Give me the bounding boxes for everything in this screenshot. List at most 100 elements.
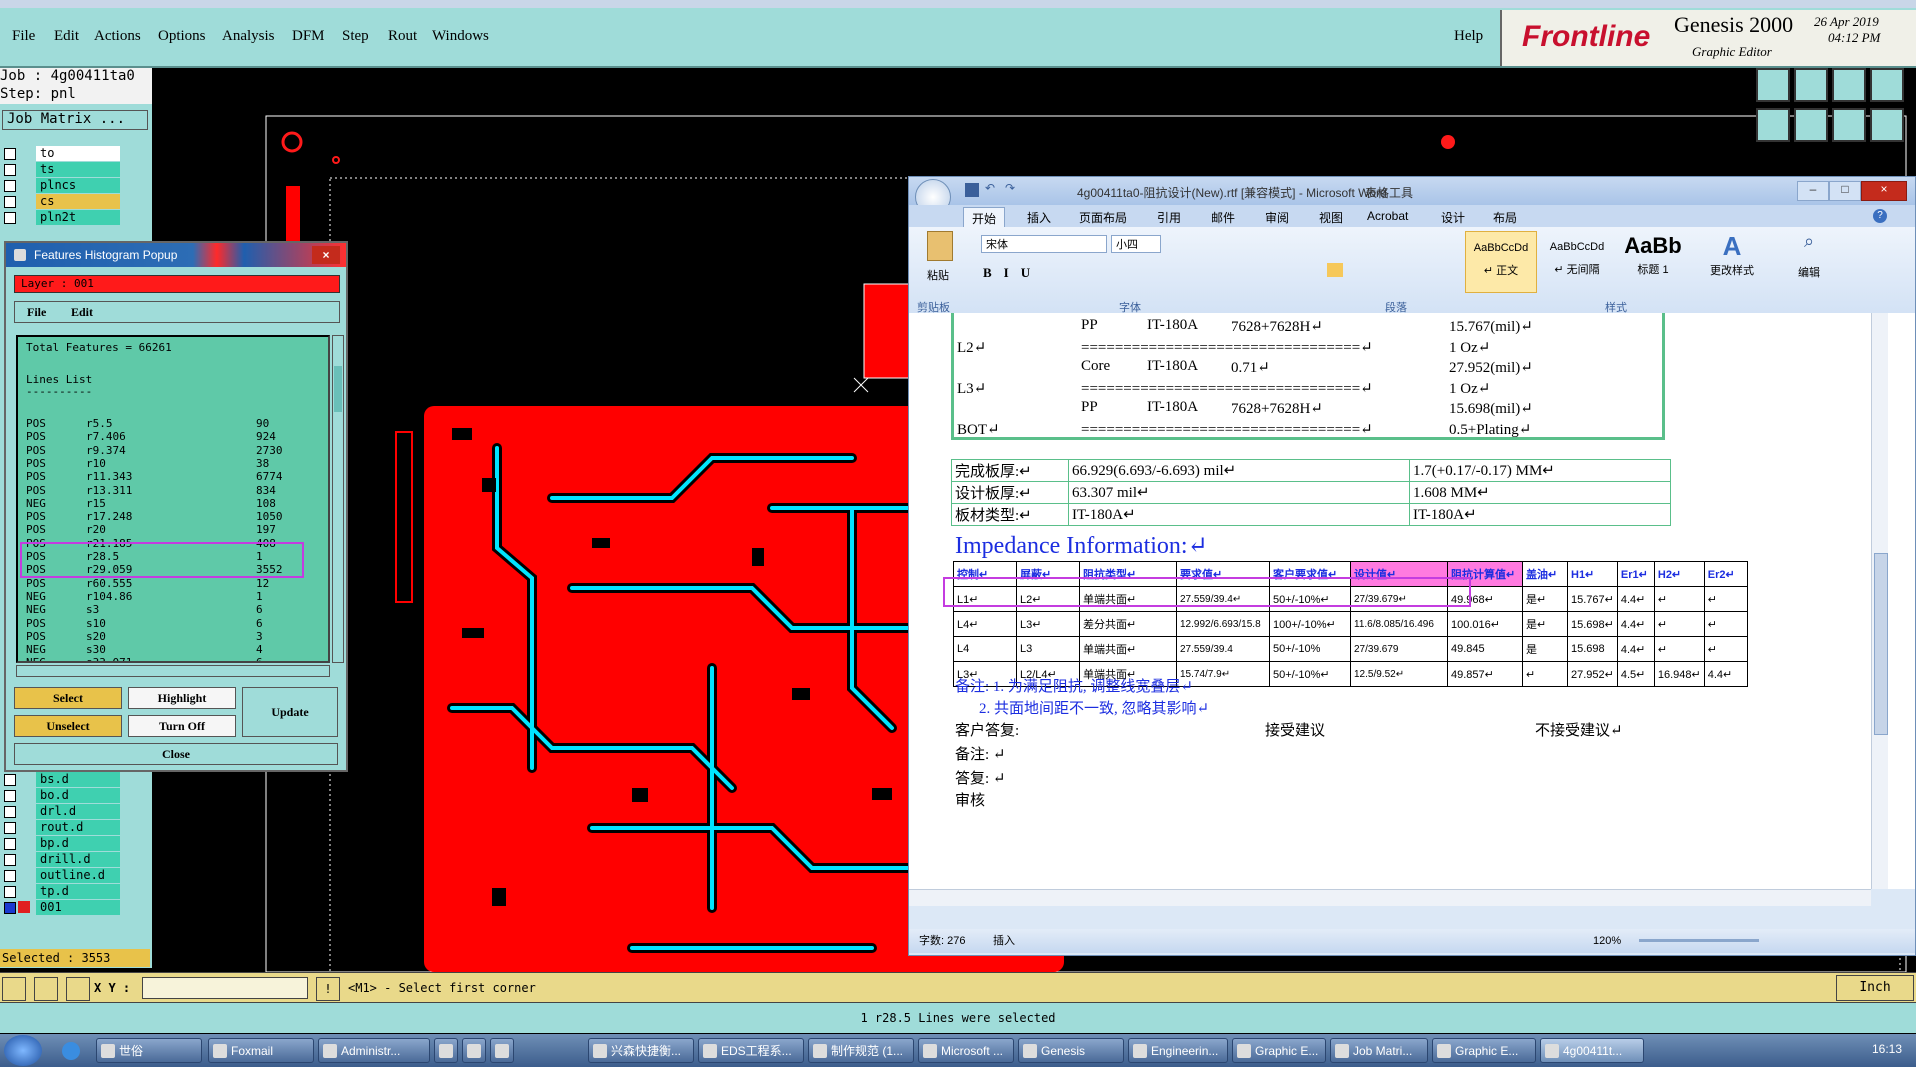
menu-help[interactable]: Help	[1454, 28, 1483, 45]
redo-icon[interactable]: ↷	[1005, 181, 1015, 195]
pan-left-icon[interactable]	[1756, 108, 1790, 142]
tab-view[interactable]: 视图	[1319, 209, 1343, 226]
layer-row[interactable]: to	[4, 146, 120, 162]
turn-off-button[interactable]: Turn Off	[128, 715, 236, 737]
font-size-select[interactable]: 小四	[1111, 235, 1161, 253]
home-view-icon[interactable]	[1756, 68, 1790, 102]
taskbar-item[interactable]: Engineerin...	[1128, 1038, 1228, 1063]
layer-row[interactable]: bp.d	[4, 836, 120, 852]
tab-acrobat[interactable]: Acrobat	[1367, 209, 1408, 223]
snap-icon[interactable]	[2, 977, 26, 1001]
zoom-slider[interactable]	[1639, 939, 1759, 942]
histogram-row[interactable]: POS r13.311 834	[26, 484, 326, 497]
word-count[interactable]: 字数: 276	[919, 929, 965, 953]
histogram-row[interactable]: POS r17.248 1050	[26, 510, 326, 523]
taskbar-item[interactable]: Graphic E...	[1432, 1038, 1536, 1063]
word-scroll-thumb[interactable]	[1874, 553, 1888, 735]
histogram-row[interactable]: NEG r104.86 1	[26, 590, 326, 603]
histogram-row[interactable]: NEG r15 108	[26, 497, 326, 510]
close-icon[interactable]: ×	[1861, 181, 1907, 201]
histogram-row[interactable]: POS s20 3	[26, 630, 326, 643]
word-horizontal-scrollbar[interactable]	[909, 889, 1871, 906]
tab-review[interactable]: 审阅	[1265, 209, 1289, 226]
taskbar-item[interactable]	[490, 1038, 514, 1063]
highlight-button[interactable]: Highlight	[128, 687, 236, 709]
layer-row[interactable]: drl.d	[4, 804, 120, 820]
window-icon[interactable]	[1870, 68, 1904, 102]
histogram-list[interactable]: Total Features = 66261 Lines List ------…	[16, 335, 330, 663]
horizontal-scrollbar[interactable]	[16, 665, 330, 677]
undo-icon[interactable]: ↶	[985, 181, 995, 195]
minimize-icon[interactable]: –	[1797, 181, 1829, 201]
taskbar-item[interactable]: 兴森快捷衡...	[588, 1038, 694, 1063]
layer-row[interactable]: rout.d	[4, 820, 120, 836]
taskbar-item[interactable]	[462, 1038, 486, 1063]
clock[interactable]: 16:13	[1872, 1042, 1902, 1056]
popup-menu-file[interactable]: File	[27, 305, 46, 320]
taskbar-item[interactable]: 制作规范 (1...	[808, 1038, 914, 1063]
measure-icon[interactable]	[34, 977, 58, 1001]
taskbar-item[interactable]: Genesis	[1018, 1038, 1124, 1063]
histogram-row[interactable]: POS r10 38	[26, 457, 326, 470]
close-button[interactable]: Close	[14, 743, 338, 765]
maximize-icon[interactable]: □	[1829, 181, 1861, 201]
house-icon[interactable]	[1832, 68, 1866, 102]
style-no-spacing[interactable]: AaBbCcDd ↵ 无间隔	[1541, 231, 1613, 293]
units-toggle[interactable]: Inch	[1836, 975, 1914, 1001]
insert-mode[interactable]: 插入	[993, 929, 1015, 953]
layer-row[interactable]: tp.d	[4, 884, 120, 900]
histogram-row[interactable]: POS r5.5 90	[26, 417, 326, 430]
grid-icon[interactable]	[66, 977, 90, 1001]
select-button[interactable]: Select	[14, 687, 122, 709]
zoom-fit-icon[interactable]	[1832, 108, 1866, 142]
help-icon[interactable]: ?	[1873, 209, 1887, 223]
info-icon[interactable]: !	[316, 977, 340, 1001]
tab-layout[interactable]: 页面布局	[1079, 209, 1127, 226]
histogram-row[interactable]: NEG s30 4	[26, 643, 326, 656]
screen-icon[interactable]	[1794, 68, 1828, 102]
vertical-scrollbar[interactable]	[332, 335, 344, 663]
layer-row[interactable]: bo.d	[4, 788, 120, 804]
tab-home[interactable]: 开始	[963, 207, 1006, 229]
menu-step[interactable]: Step	[342, 28, 369, 45]
menu-rout[interactable]: Rout	[388, 28, 417, 45]
menu-dfm[interactable]: DFM	[292, 28, 325, 45]
pan-right-icon[interactable]	[1794, 108, 1828, 142]
word-vertical-scrollbar[interactable]	[1871, 313, 1888, 889]
taskbar-item[interactable]: Administr...	[318, 1038, 430, 1063]
layer-row[interactable]: outline.d	[4, 868, 120, 884]
taskbar-item[interactable]: Microsoft ...	[918, 1038, 1014, 1063]
taskbar-item[interactable]	[434, 1038, 458, 1063]
style-normal[interactable]: AaBbCcDd ↵ 正文	[1465, 231, 1537, 293]
document-page[interactable]: PP IT-180A 7628+7628H↵ 15.767(mil)↵ L2↵ =====…	[909, 313, 1915, 889]
histogram-row[interactable]: POS r20 197	[26, 523, 326, 536]
save-icon[interactable]	[965, 183, 979, 197]
menu-edit[interactable]: Edit	[54, 28, 79, 45]
layer-row[interactable]: pln2t	[4, 210, 120, 226]
histogram-row[interactable]: POS r7.406 924	[26, 430, 326, 443]
start-button[interactable]	[4, 1035, 42, 1066]
taskbar-item[interactable]: Foxmail	[208, 1038, 314, 1063]
layer-row-active[interactable]: 001	[4, 900, 120, 916]
align-left-icon[interactable]	[1327, 263, 1343, 277]
menu-analysis[interactable]: Analysis	[222, 28, 275, 45]
update-button[interactable]: Update	[242, 687, 338, 737]
style-heading-1[interactable]: AaBb 标题 1	[1617, 231, 1689, 293]
histogram-row[interactable]: POS s10 6	[26, 617, 326, 630]
tab-table-layout[interactable]: 布局	[1493, 209, 1517, 226]
histogram-row[interactable]: NEG s3 6	[26, 603, 326, 616]
ie-icon[interactable]	[62, 1042, 80, 1060]
paste-button[interactable]: 粘贴	[917, 231, 965, 287]
histogram-row[interactable]: POS r60.555 12	[26, 577, 326, 590]
job-matrix-button[interactable]: Job Matrix ...	[2, 110, 148, 130]
tab-mailings[interactable]: 邮件	[1211, 209, 1235, 226]
zoom-level[interactable]: 120%	[1593, 929, 1621, 953]
popup-menu-edit[interactable]: Edit	[71, 305, 93, 320]
close-icon[interactable]: ×	[312, 246, 340, 264]
tab-insert[interactable]: 插入	[1027, 209, 1051, 226]
histogram-row[interactable]: POS r11.343 6774	[26, 470, 326, 483]
histogram-row[interactable]: NEG s33.071 6	[26, 656, 326, 661]
popup-titlebar[interactable]: Features Histogram Popup ×	[6, 243, 346, 267]
scroll-thumb[interactable]	[334, 366, 342, 412]
menu-actions[interactable]: Actions	[94, 28, 141, 45]
